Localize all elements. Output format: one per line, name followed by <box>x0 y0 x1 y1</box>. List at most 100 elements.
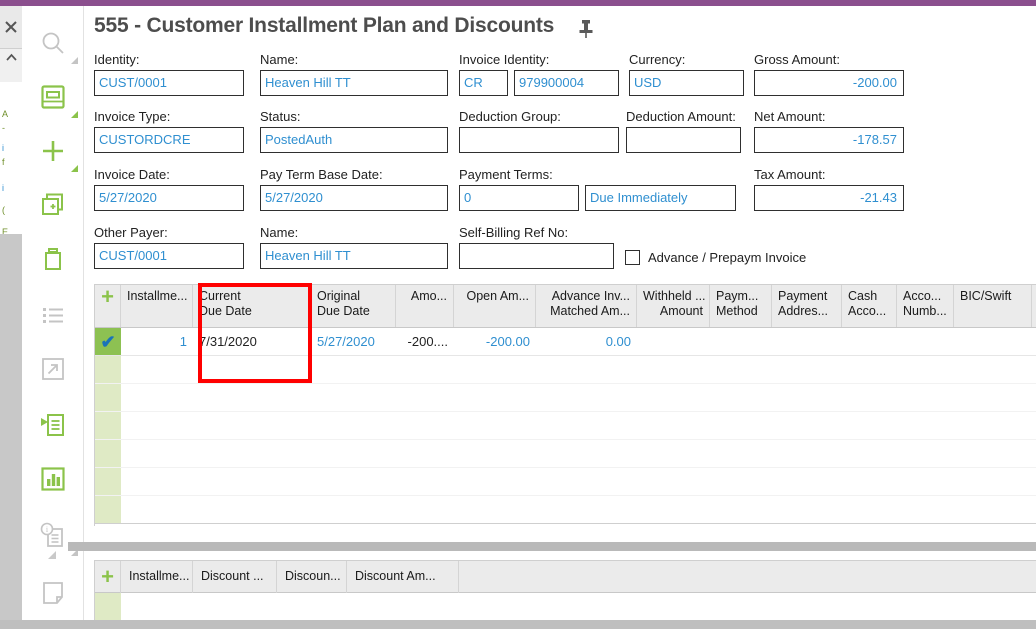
invoice-identity-prefix-input[interactable]: CR <box>459 70 508 96</box>
field-deduction-group: Deduction Group: <box>459 109 619 153</box>
other-payer-input[interactable]: CUST/0001 <box>94 243 244 269</box>
column-header-amount[interactable]: Amo... <box>396 285 454 327</box>
field-invoice-identity: Invoice Identity: CR 979900004 <box>459 52 619 96</box>
payment-terms-code-input[interactable]: 0 <box>459 185 579 211</box>
field-status: Status: PostedAuth <box>260 109 448 153</box>
installment-grid[interactable]: + Installme... Current Due Date Original Due… <box>94 284 1036 526</box>
column-header-account_number[interactable]: Acco... Numb... <box>897 285 954 327</box>
cell-withheld_amount[interactable] <box>637 328 710 355</box>
column-header-installment[interactable]: Installme... <box>121 285 193 327</box>
note-icon[interactable] <box>32 572 74 614</box>
bottom-scroll-strip[interactable] <box>0 620 1036 629</box>
splitter-handle-icon[interactable] <box>48 551 56 559</box>
field-self-billing-ref-no-label: Self-Billing Ref No: <box>459 225 569 240</box>
pay-term-base-date-input[interactable]: 5/27/2020 <box>260 185 448 211</box>
cell-advance_matched[interactable]: 0.00 <box>536 328 637 355</box>
discount-column-header-discount_1[interactable]: Discount ... <box>193 561 277 593</box>
chart-icon[interactable] <box>32 458 74 500</box>
list-icon[interactable] <box>32 294 74 336</box>
column-header-open_amount[interactable]: Open Am... <box>454 285 536 327</box>
pin-icon[interactable] <box>578 19 594 42</box>
field-tax-amount: Tax Amount: -21.43 <box>754 167 904 211</box>
empty-row <box>95 496 1036 524</box>
add-discount-row-button[interactable]: + <box>95 561 121 593</box>
deduction-group-input[interactable] <box>459 127 619 153</box>
cell-account_number[interactable] <box>897 328 954 355</box>
column-header-line: Acco... <box>903 289 942 303</box>
column-header-line: BIC/Swift <box>960 289 1012 303</box>
cell-payment_method[interactable] <box>710 328 772 355</box>
checkbox-box[interactable] <box>625 250 640 265</box>
cell-original_due_date[interactable]: 5/27/2020 <box>311 328 396 355</box>
self-billing-ref-no-input[interactable] <box>459 243 614 269</box>
other-payer-name-input[interactable]: Heaven Hill TT <box>260 243 448 269</box>
column-header-line: Amo... <box>410 289 447 303</box>
discount-grid[interactable]: + Installme... Discount ... Discoun... Disc… <box>94 560 1036 629</box>
column-header-original_due_date[interactable]: Original Due Date <box>311 285 396 327</box>
collapse-panel-button[interactable] <box>0 48 22 82</box>
column-header-line: Payment <box>778 289 828 303</box>
invoice-identity-input[interactable]: 979900004 <box>514 70 619 96</box>
payment-terms-description-input[interactable]: Due Immediately <box>585 185 736 211</box>
grid-splitter[interactable] <box>68 542 1036 551</box>
column-header-line: Numb... <box>903 304 947 318</box>
net-amount-input[interactable]: -178.57 <box>754 127 904 153</box>
discount-column-header-discount_2[interactable]: Discoun... <box>277 561 347 593</box>
field-other-payer-name: Name: Heaven Hill TT <box>260 225 448 269</box>
row-selector[interactable]: ✔ <box>95 328 121 355</box>
cell-payment_address[interactable] <box>772 328 842 355</box>
column-header-line: Paym... <box>716 289 759 303</box>
cell-amount[interactable]: -200.... <box>396 328 454 355</box>
search-icon[interactable] <box>32 22 78 64</box>
column-header-line: Acco... <box>848 304 887 318</box>
close-panel-button[interactable] <box>0 6 22 48</box>
chevron-up-icon <box>5 53 17 61</box>
currency-input[interactable]: USD <box>629 70 744 96</box>
plus-icon: + <box>101 563 114 589</box>
column-header-current_due_date[interactable]: Current Due Date <box>193 285 311 327</box>
column-header-payment_address[interactable]: Payment Addres... <box>772 285 842 327</box>
gross-amount-input[interactable]: -200.00 <box>754 70 904 96</box>
field-currency-label: Currency: <box>629 52 686 67</box>
save-icon[interactable] <box>32 76 78 118</box>
action-sidebar: i <box>22 6 84 629</box>
invoice-type-input[interactable]: CUSTORDCRE <box>94 127 244 153</box>
field-currency: Currency: USD <box>629 52 744 96</box>
table-row[interactable]: ✔ 1 7/31/2020 5/27/2020 -200.... -200.00 0.00 <box>95 328 1036 356</box>
add-installment-row-button[interactable]: + <box>95 285 121 327</box>
related-pages-icon[interactable] <box>32 404 74 446</box>
status-input[interactable]: PostedAuth <box>260 127 448 153</box>
column-header-payment_method[interactable]: Paym... Method <box>710 285 772 327</box>
application-window: A - i f i ( E i 555 - Customer Installme… <box>0 0 1036 629</box>
delete-icon[interactable] <box>32 238 74 280</box>
export-icon[interactable] <box>32 348 74 390</box>
column-header-cash_account[interactable]: Cash Acco... <box>842 285 897 327</box>
field-identity: Identity: CUST/0001 <box>94 52 244 96</box>
deduction-amount-input[interactable] <box>626 127 741 153</box>
field-gross-amount: Gross Amount: -200.00 <box>754 52 904 96</box>
column-header-bic_swift[interactable]: BIC/Swift <box>954 285 1032 327</box>
field-identity-label: Identity: <box>94 52 140 67</box>
column-header-advance_matched[interactable]: Advance Inv... Matched Am... <box>536 285 637 327</box>
new-icon[interactable] <box>32 130 78 172</box>
cell-installment[interactable]: 1 <box>121 328 193 355</box>
column-header-line: Matched Am... <box>550 304 630 318</box>
discount-column-header-installment[interactable]: Installme... <box>121 561 193 593</box>
column-header-line: Due Date <box>317 304 370 318</box>
name-input[interactable]: Heaven Hill TT <box>260 70 448 96</box>
empty-row <box>95 440 1036 468</box>
discount-column-header-discount_amount[interactable]: Discount Am... <box>347 561 459 593</box>
field-deduction-amount-label: Deduction Amount: <box>626 109 736 124</box>
empty-row <box>95 384 1036 412</box>
cell-bic_swift[interactable] <box>954 328 1032 355</box>
tax-amount-input[interactable]: -21.43 <box>754 185 904 211</box>
cell-current_due_date[interactable]: 7/31/2020 <box>193 328 311 355</box>
invoice-date-input[interactable]: 5/27/2020 <box>94 185 244 211</box>
column-header-withheld_amount[interactable]: Withheld ... Amount <box>637 285 710 327</box>
cell-open_amount[interactable]: -200.00 <box>454 328 536 355</box>
duplicate-icon[interactable] <box>32 184 74 226</box>
identity-input[interactable]: CUST/0001 <box>94 70 244 96</box>
field-payment-terms-label: Payment Terms: <box>459 167 553 182</box>
advance-prepaym-invoice-checkbox[interactable]: Advance / Prepaym Invoice <box>625 250 806 265</box>
cell-cash_account[interactable] <box>842 328 897 355</box>
